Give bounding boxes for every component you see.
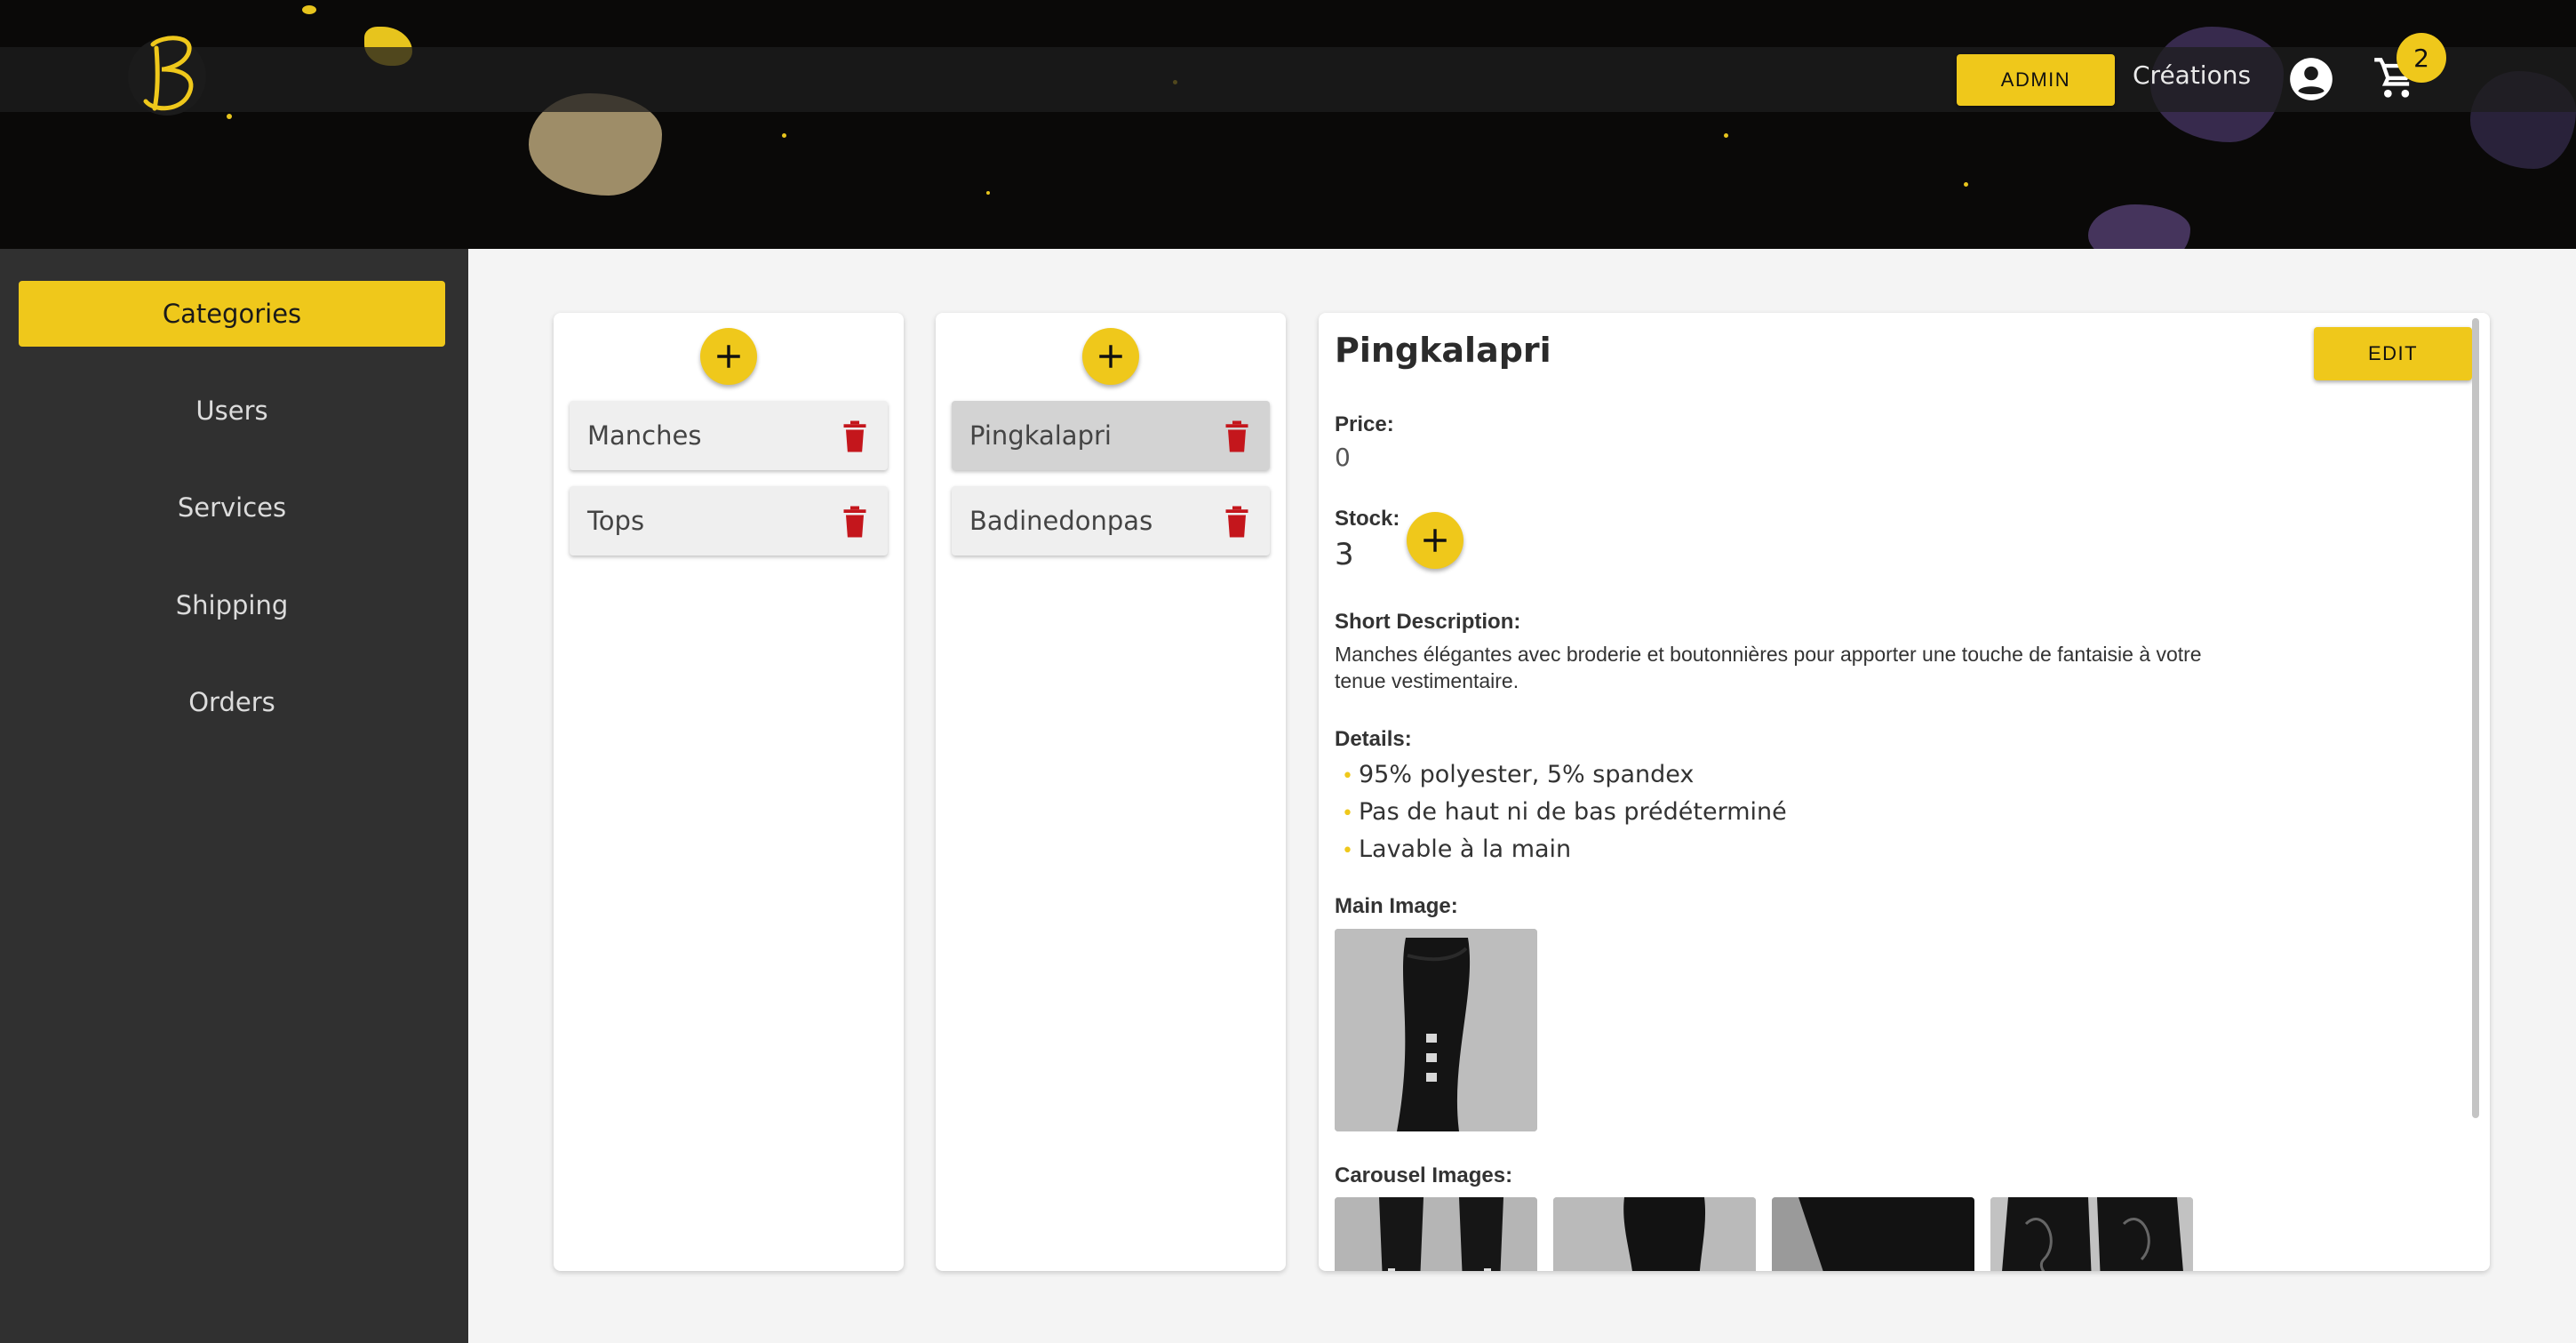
stock-label: Stock: bbox=[1335, 507, 1400, 531]
banner-speck bbox=[1724, 133, 1728, 138]
admin-button[interactable]: ADMIN bbox=[1957, 54, 2115, 106]
banner-rock bbox=[2088, 204, 2190, 249]
product-row[interactable]: Badinedonpas bbox=[952, 486, 1270, 556]
details-item: Lavable à la main bbox=[1342, 832, 1787, 869]
logo-b-icon bbox=[128, 36, 206, 116]
sidebar-item-users[interactable]: Users bbox=[19, 378, 445, 444]
category-label: Manches bbox=[587, 420, 702, 451]
plus-icon bbox=[717, 345, 740, 368]
carousel-image-4 bbox=[1990, 1197, 2193, 1271]
delete-trash-icon[interactable] bbox=[1224, 506, 1250, 538]
carousel-image[interactable] bbox=[1772, 1197, 1974, 1271]
product-label: Pingkalapri bbox=[969, 420, 1112, 451]
creations-link[interactable]: Créations bbox=[2133, 60, 2251, 90]
sleeve-product-image bbox=[1335, 929, 1537, 1131]
price-value: 0 bbox=[1335, 443, 1351, 472]
banner-speck bbox=[1964, 182, 1968, 187]
add-stock-button[interactable] bbox=[1407, 512, 1463, 569]
category-row[interactable]: Tops bbox=[570, 486, 888, 556]
delete-trash-icon[interactable] bbox=[1224, 420, 1250, 452]
plus-icon bbox=[1424, 529, 1447, 552]
carousel-image-1 bbox=[1335, 1197, 1537, 1271]
delete-trash-icon[interactable] bbox=[841, 506, 868, 538]
brand-logo[interactable] bbox=[126, 27, 211, 121]
stock-value: 3 bbox=[1335, 537, 1354, 572]
carousel-image-3 bbox=[1772, 1197, 1974, 1271]
category-label: Tops bbox=[587, 506, 645, 536]
category-row[interactable]: Manches bbox=[570, 401, 888, 470]
carousel-image-2 bbox=[1553, 1197, 1756, 1271]
edit-button[interactable]: EDIT bbox=[2314, 327, 2472, 380]
product-detail-panel: Pingkalapri EDIT Price: 0 Stock: 3 Short… bbox=[1319, 313, 2490, 1271]
banner-speck bbox=[302, 5, 316, 14]
carousel-images-label: Carousel Images: bbox=[1335, 1163, 1513, 1187]
banner-speck bbox=[986, 191, 990, 195]
main-image-label: Main Image: bbox=[1335, 894, 1458, 918]
sidebar-item-categories[interactable]: Categories bbox=[19, 281, 445, 347]
detail-scrollbar[interactable] bbox=[2472, 318, 2479, 1118]
header-banner bbox=[0, 0, 2576, 249]
product-label: Badinedonpas bbox=[969, 506, 1153, 536]
admin-sidebar: Categories Users Services Shipping Order… bbox=[0, 249, 468, 1343]
sidebar-item-services[interactable]: Services bbox=[19, 475, 445, 540]
banner-speck bbox=[782, 133, 786, 138]
products-panel: Pingkalapri Badinedonpas bbox=[936, 313, 1286, 1271]
carousel-image[interactable] bbox=[1553, 1197, 1756, 1271]
carousel-image[interactable] bbox=[1335, 1197, 1537, 1271]
details-item: 95% polyester, 5% spandex bbox=[1342, 757, 1787, 795]
product-title: Pingkalapri bbox=[1335, 331, 1551, 370]
details-item: Pas de haut ni de bas prédéterminé bbox=[1342, 795, 1787, 832]
sidebar-item-shipping[interactable]: Shipping bbox=[19, 572, 445, 638]
carousel-image[interactable] bbox=[1990, 1197, 2193, 1271]
product-row-selected[interactable]: Pingkalapri bbox=[952, 401, 1270, 470]
delete-trash-icon[interactable] bbox=[841, 420, 868, 452]
short-description-text: Manches élégantes avec broderie et bouto… bbox=[1335, 643, 2202, 692]
account-circle-icon[interactable] bbox=[2288, 56, 2334, 102]
details-label: Details: bbox=[1335, 727, 1412, 751]
plus-icon bbox=[1099, 345, 1122, 368]
main-image[interactable] bbox=[1335, 929, 1537, 1131]
add-category-button[interactable] bbox=[700, 328, 757, 385]
sidebar-item-orders[interactable]: Orders bbox=[19, 669, 445, 735]
cart-count-badge: 2 bbox=[2397, 33, 2446, 83]
add-product-button[interactable] bbox=[1082, 328, 1139, 385]
price-label: Price: bbox=[1335, 412, 1394, 436]
details-list: 95% polyester, 5% spandex Pas de haut ni… bbox=[1342, 757, 1787, 869]
banner-speck bbox=[227, 114, 232, 119]
categories-panel: Manches Tops bbox=[554, 313, 904, 1271]
short-description-label: Short Description: bbox=[1335, 610, 1521, 634]
